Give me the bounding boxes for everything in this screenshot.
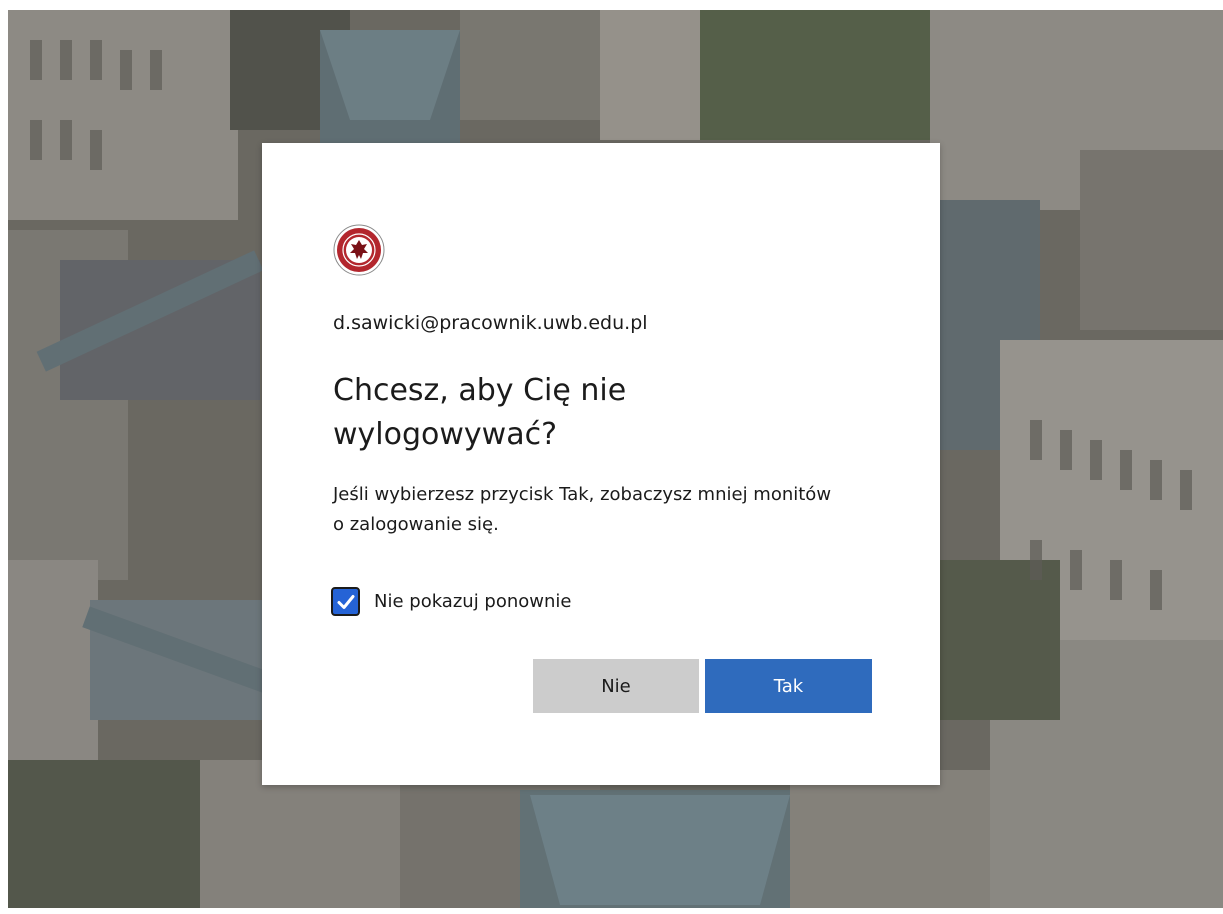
top-border xyxy=(0,0,1223,10)
bottom-border xyxy=(0,908,1223,914)
dont-show-again-label: Nie pokazuj ponownie xyxy=(374,591,572,612)
no-button[interactable]: Nie xyxy=(533,659,699,713)
university-seal-icon xyxy=(333,224,385,276)
account-email: d.sawicki@pracownik.uwb.edu.pl xyxy=(333,312,648,334)
sign-in-page: d.sawicki@pracownik.uwb.edu.pl Chcesz, a… xyxy=(0,0,1223,914)
dialog-description: Jeśli wybierzesz przycisk Tak, zobaczysz… xyxy=(333,484,832,535)
dialog-title: Chcesz, aby Cię nie wylogowywać? xyxy=(333,373,627,452)
left-border xyxy=(0,0,8,914)
dont-show-again-option[interactable]: Nie pokazuj ponownie xyxy=(331,587,571,616)
stay-signed-in-dialog: d.sawicki@pracownik.uwb.edu.pl Chcesz, a… xyxy=(262,143,940,785)
yes-button[interactable]: Tak xyxy=(705,659,872,713)
dont-show-again-checkbox[interactable] xyxy=(331,587,360,616)
checkmark-icon xyxy=(337,594,354,609)
